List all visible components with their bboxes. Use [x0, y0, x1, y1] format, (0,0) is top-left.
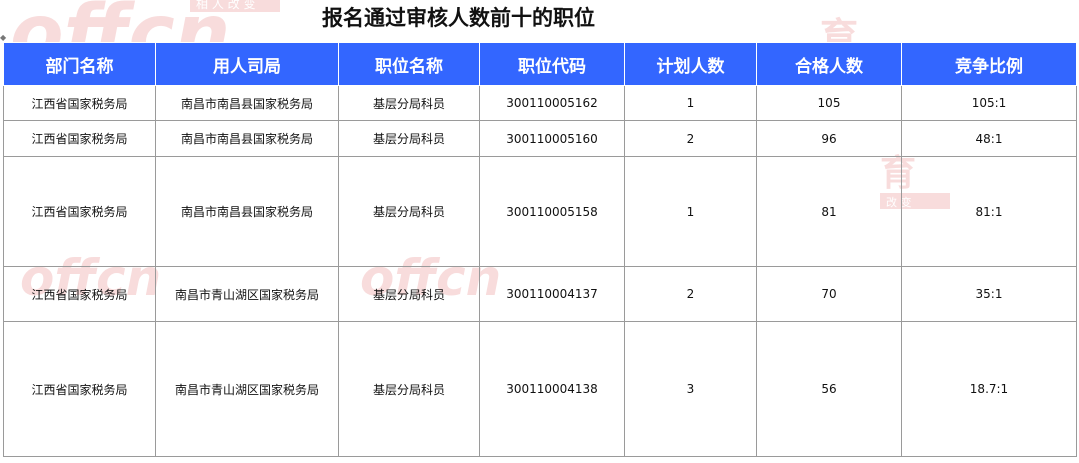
column-header-position-code: 职位代码	[479, 42, 625, 86]
cell-planned-count: 2	[624, 120, 757, 157]
cell-planned-count: 1	[624, 156, 757, 267]
cell-qualified-count: 81	[756, 156, 902, 267]
cell-position-name: 基层分局科员	[338, 156, 480, 267]
column-header-hiring-bureau: 用人司局	[155, 42, 339, 86]
cell-position-code: 300110005158	[479, 156, 625, 267]
cell-competition-ratio: 18.7:1	[901, 321, 1077, 457]
cell-qualified-count: 96	[756, 120, 902, 157]
table-row: 江西省国家税务局 南昌市青山湖区国家税务局 基层分局科员 30011000413…	[3, 266, 1077, 322]
table-row: 江西省国家税务局 南昌市南昌县国家税务局 基层分局科员 300110005162…	[3, 85, 1077, 121]
cell-qualified-count: 105	[756, 85, 902, 121]
cell-planned-count: 2	[624, 266, 757, 322]
page-title: 报名通过审核人数前十的职位	[322, 5, 595, 30]
table-row: 江西省国家税务局 南昌市南昌县国家税务局 基层分局科员 300110005160…	[3, 120, 1077, 157]
ranking-table: 部门名称 用人司局 职位名称 职位代码 计划人数 合格人数 竞争比例 江西省国家…	[3, 42, 1077, 457]
cell-hiring-bureau: 南昌市南昌县国家税务局	[155, 120, 339, 157]
cell-position-name: 基层分局科员	[338, 266, 480, 322]
cell-qualified-count: 70	[756, 266, 902, 322]
cell-position-code: 300110004137	[479, 266, 625, 322]
column-header-competition-ratio: 竞争比例	[901, 42, 1077, 86]
cell-hiring-bureau: 南昌市青山湖区国家税务局	[155, 321, 339, 457]
column-header-qualified-count: 合格人数	[756, 42, 902, 86]
cell-position-name: 基层分局科员	[338, 321, 480, 457]
column-header-planned-count: 计划人数	[624, 42, 757, 86]
cell-competition-ratio: 35:1	[901, 266, 1077, 322]
cell-competition-ratio: 105:1	[901, 85, 1077, 121]
table-row: 江西省国家税务局 南昌市南昌县国家税务局 基层分局科员 300110005158…	[3, 156, 1077, 267]
cell-competition-ratio: 48:1	[901, 120, 1077, 157]
cell-qualified-count: 56	[756, 321, 902, 457]
cell-department: 江西省国家税务局	[3, 85, 156, 121]
cell-competition-ratio: 81:1	[901, 156, 1077, 267]
cell-hiring-bureau: 南昌市南昌县国家税务局	[155, 85, 339, 121]
column-header-department: 部门名称	[3, 42, 156, 86]
cell-planned-count: 1	[624, 85, 757, 121]
cell-position-code: 300110005162	[479, 85, 625, 121]
table-row: 江西省国家税务局 南昌市青山湖区国家税务局 基层分局科员 30011000413…	[3, 321, 1077, 457]
cell-department: 江西省国家税务局	[3, 156, 156, 267]
cell-department: 江西省国家税务局	[3, 120, 156, 157]
cell-position-code: 300110004138	[479, 321, 625, 457]
svg-text:相 人 改 变: 相 人 改 变	[196, 0, 255, 11]
ranking-table-container: 部门名称 用人司局 职位名称 职位代码 计划人数 合格人数 竞争比例 江西省国家…	[3, 42, 1077, 457]
cell-planned-count: 3	[624, 321, 757, 457]
column-header-position-name: 职位名称	[338, 42, 480, 86]
cell-hiring-bureau: 南昌市青山湖区国家税务局	[155, 266, 339, 322]
cell-department: 江西省国家税务局	[3, 266, 156, 322]
cell-hiring-bureau: 南昌市南昌县国家税务局	[155, 156, 339, 267]
cell-department: 江西省国家税务局	[3, 321, 156, 457]
table-header-row: 部门名称 用人司局 职位名称 职位代码 计划人数 合格人数 竞争比例	[3, 42, 1077, 86]
cell-position-name: 基层分局科员	[338, 120, 480, 157]
cell-position-code: 300110005160	[479, 120, 625, 157]
cell-position-name: 基层分局科员	[338, 85, 480, 121]
